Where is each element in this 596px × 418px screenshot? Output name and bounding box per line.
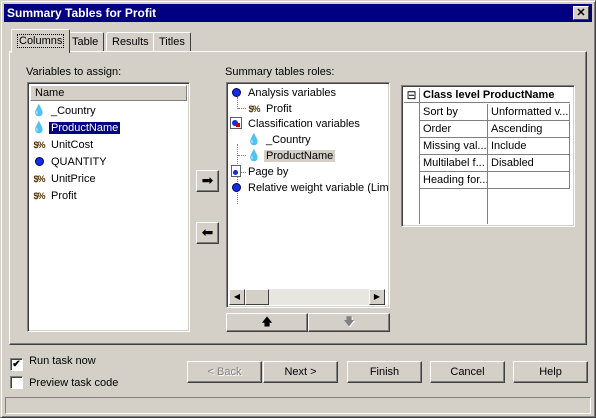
variable-item-selected[interactable]: 💧 ProductName <box>32 120 122 136</box>
property-key: Heading for... <box>420 172 488 189</box>
property-key: Multilabel f... <box>420 155 488 172</box>
property-key: Sort by <box>420 104 488 121</box>
scroll-left-icon[interactable]: ◀ <box>229 289 245 305</box>
arrow-up-icon: 🡅 <box>261 316 273 328</box>
scroll-thumb[interactable] <box>245 289 269 305</box>
properties-title: Class level ProductName <box>420 88 570 103</box>
currency-variable-icon: $% <box>248 104 260 114</box>
tree-node-profit[interactable]: $% Profit <box>247 101 294 117</box>
move-up-button[interactable]: 🡅 <box>226 313 308 332</box>
property-value[interactable]: Unformatted v... <box>488 104 570 121</box>
run-task-now-option[interactable]: ✔ Run task now <box>10 355 96 371</box>
page-role-icon <box>231 165 241 177</box>
tab-columns[interactable]: Columns <box>11 29 71 53</box>
cancel-button[interactable]: Cancel <box>430 361 505 383</box>
scroll-right-icon[interactable]: ▶ <box>369 289 385 305</box>
tree-node-page-by[interactable]: Page by <box>229 164 290 180</box>
character-variable-icon: 💧 <box>247 150 261 162</box>
close-button[interactable]: ✕ <box>573 6 589 20</box>
tree-node-relative-weight[interactable]: Relative weight variable (Lim <box>229 180 391 196</box>
numeric-variable-icon <box>34 157 44 166</box>
tree-node-analysis-variables[interactable]: Analysis variables <box>229 85 338 101</box>
character-variable-icon: 💧 <box>32 105 46 117</box>
help-button[interactable]: Help <box>513 361 588 383</box>
window-title: Summary Tables for Profit <box>7 6 157 20</box>
property-value[interactable]: Include <box>488 138 570 155</box>
back-button[interactable]: < Back <box>187 361 262 383</box>
name-column-header[interactable]: Name <box>30 85 187 101</box>
variable-item[interactable]: $% UnitPrice <box>32 171 98 187</box>
arrow-down-icon: 🡇 <box>343 316 355 328</box>
property-key: Order <box>420 121 488 138</box>
currency-variable-icon: $% <box>33 140 45 150</box>
numeric-role-icon <box>231 88 241 97</box>
tree-node-country[interactable]: 💧 _Country <box>247 132 313 148</box>
variable-item[interactable]: QUANTITY <box>32 154 109 170</box>
roles-tree[interactable]: Analysis variables $% Profit Classificati… <box>226 82 390 308</box>
character-variable-icon: 💧 <box>247 134 261 146</box>
arrow-left-icon: ⬅ <box>201 224 214 240</box>
preview-task-code-option[interactable]: Preview task code <box>10 376 118 389</box>
checkbox[interactable] <box>10 376 23 389</box>
tab-titles[interactable]: Titles <box>153 32 191 52</box>
variables-list[interactable]: Name 💧 _Country 💧 ProductName $% UnitCost Q… <box>27 82 190 332</box>
properties-grid[interactable]: ⊟ Class level ProductName Sort by Unform… <box>401 85 575 227</box>
finish-button[interactable]: Finish <box>347 361 422 383</box>
remove-arrow-button[interactable]: ⬅ <box>196 222 219 244</box>
collapse-icon[interactable]: ⊟ <box>404 88 420 103</box>
columns-tab-panel: Variables to assign: Name 💧 _Country 💧 Pro… <box>9 51 587 345</box>
checkbox[interactable]: ✔ <box>10 358 23 371</box>
variable-item[interactable]: $% Profit <box>32 188 79 204</box>
property-value[interactable]: Ascending <box>488 121 570 138</box>
property-value[interactable]: Disabled <box>488 155 570 172</box>
numeric-role-icon <box>231 183 241 192</box>
assign-arrow-button[interactable]: ➡ <box>196 170 219 192</box>
title-bar: Summary Tables for Profit ✕ <box>4 4 592 22</box>
summary-tables-dialog: Summary Tables for Profit ✕ Columns Tabl… <box>0 0 596 418</box>
status-bar <box>5 397 591 414</box>
variable-item[interactable]: 💧 _Country <box>32 103 98 119</box>
tab-results[interactable]: Results <box>106 32 155 52</box>
horizontal-scrollbar[interactable]: ◀ ▶ <box>229 289 385 305</box>
property-key: Missing val... <box>420 138 488 155</box>
variables-label: Variables to assign: <box>26 66 122 78</box>
class-role-icon <box>230 117 242 129</box>
tab-table[interactable]: Table <box>66 32 105 52</box>
roles-label: Summary tables roles: <box>225 66 335 78</box>
tree-node-productname[interactable]: 💧 ProductName <box>247 148 336 164</box>
variable-item[interactable]: $% UnitCost <box>32 137 95 153</box>
currency-variable-icon: $% <box>33 191 45 201</box>
currency-variable-icon: $% <box>33 174 45 184</box>
next-button[interactable]: Next > <box>263 361 338 383</box>
tree-node-classification-variables[interactable]: Classification variables <box>229 116 362 132</box>
property-value[interactable] <box>488 172 570 189</box>
move-down-button[interactable]: 🡇 <box>308 313 390 332</box>
arrow-right-icon: ➡ <box>201 172 214 188</box>
character-variable-icon: 💧 <box>32 122 46 134</box>
